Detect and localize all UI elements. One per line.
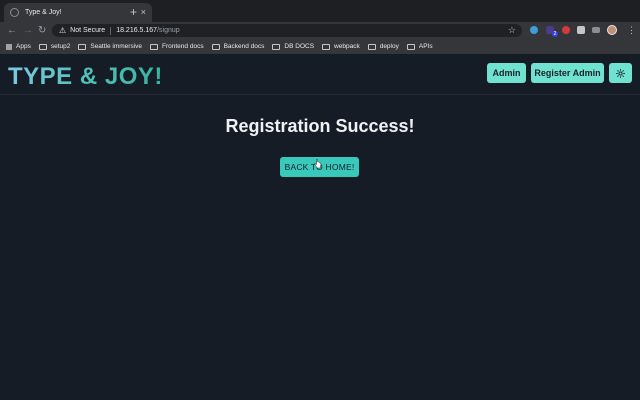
bookmark-apps[interactable]: Apps	[6, 43, 31, 50]
page-title: Registration Success!	[225, 116, 415, 136]
folder-icon	[78, 43, 87, 50]
not-secure-icon[interactable]: ⚠	[59, 26, 66, 35]
reload-icon[interactable]: ↻	[38, 24, 46, 37]
bookmark-frontend-docs[interactable]: Frontend docs	[150, 43, 204, 50]
register-admin-button[interactable]: Register Admin	[531, 63, 604, 83]
favicon-icon	[10, 8, 19, 17]
hand-cursor-icon	[314, 159, 322, 169]
theme-toggle-button[interactable]	[609, 63, 632, 83]
bookmark-setup2[interactable]: setup2	[38, 43, 70, 50]
bookmarks-bar: Apps setup2 Seattle immersive Frontend d…	[0, 39, 640, 54]
bookmark-backend-docs[interactable]: Backend docs	[211, 43, 264, 50]
reading-list-icon[interactable]	[592, 27, 600, 33]
apps-grid-icon	[6, 43, 12, 50]
folder-icon	[367, 43, 376, 50]
browser-menu-icon[interactable]: ⋮	[627, 24, 636, 37]
new-tab-icon[interactable]: +	[130, 5, 137, 19]
profile-avatar[interactable]	[607, 25, 617, 35]
app-logo[interactable]: TYPE & JOY!	[8, 63, 163, 91]
url-path: /signup	[157, 27, 180, 34]
extensions-puzzle-icon[interactable]	[577, 26, 585, 34]
forward-icon[interactable]: →	[23, 24, 33, 37]
url-host: 18.216.5.167	[116, 27, 158, 34]
browser-tab-strip: Type & Joy! × +	[0, 0, 640, 22]
folder-icon	[406, 43, 415, 50]
folder-icon	[150, 43, 159, 50]
browser-toolbar: ← → ↻ ⚠ Not Secure 18.216.5.167/signup ☆…	[0, 22, 640, 39]
bookmark-seattle-immersive[interactable]: Seattle immersive	[78, 43, 142, 50]
folder-icon	[272, 43, 281, 50]
omnibox-divider	[110, 26, 112, 35]
folder-icon	[322, 43, 331, 50]
bookmark-apis[interactable]: APIs	[406, 43, 433, 50]
bookmark-db-docs[interactable]: DB DOCS	[272, 43, 314, 50]
folder-icon	[211, 43, 220, 50]
bookmark-star-icon[interactable]: ☆	[508, 25, 516, 36]
bookmark-deploy[interactable]: deploy	[367, 43, 399, 50]
extension-badge: 2	[552, 31, 558, 37]
folder-icon	[38, 43, 47, 50]
tab-title: Type & Joy!	[25, 9, 62, 16]
back-icon[interactable]: ←	[7, 24, 17, 37]
security-label: Not Secure	[70, 27, 106, 34]
app-header: TYPE & JOY! Admin Register Admin	[0, 54, 640, 95]
extension-icon-3[interactable]	[562, 26, 570, 34]
sun-icon	[616, 68, 625, 78]
address-bar[interactable]: ⚠ Not Secure 18.216.5.167/signup ☆	[52, 24, 522, 37]
extension-icon-1[interactable]	[530, 26, 538, 34]
admin-button[interactable]: Admin	[487, 63, 526, 83]
bookmark-webpack[interactable]: webpack	[322, 43, 360, 50]
tab-close-icon[interactable]: ×	[141, 8, 146, 17]
